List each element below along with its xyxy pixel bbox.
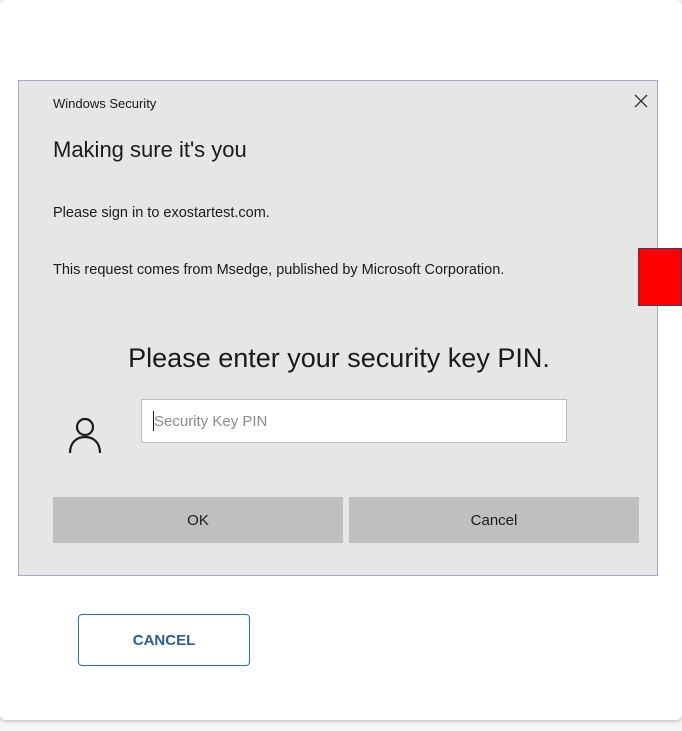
page-card: Windows Security Making sure it's you Pl… xyxy=(0,0,682,720)
dialog-titlebar-text: Windows Security xyxy=(53,96,157,111)
ok-button[interactable]: OK xyxy=(53,497,343,543)
page-cancel-button[interactable]: CANCEL xyxy=(78,614,250,666)
person-icon xyxy=(68,417,102,454)
red-marker xyxy=(638,248,682,306)
sign-in-message: Please sign in to exostartest.com. xyxy=(53,205,270,221)
close-button[interactable] xyxy=(631,91,651,111)
dialog-heading: Making sure it's you xyxy=(53,137,247,162)
security-key-pin-input[interactable] xyxy=(141,399,567,443)
close-icon xyxy=(634,94,648,108)
dialog-cancel-button[interactable]: Cancel xyxy=(349,497,639,543)
windows-security-dialog: Windows Security Making sure it's you Pl… xyxy=(18,80,658,576)
pin-prompt: Please enter your security key PIN. xyxy=(128,343,550,373)
request-origin-message: This request comes from Msedge, publishe… xyxy=(53,262,505,278)
text-caret xyxy=(153,411,154,431)
